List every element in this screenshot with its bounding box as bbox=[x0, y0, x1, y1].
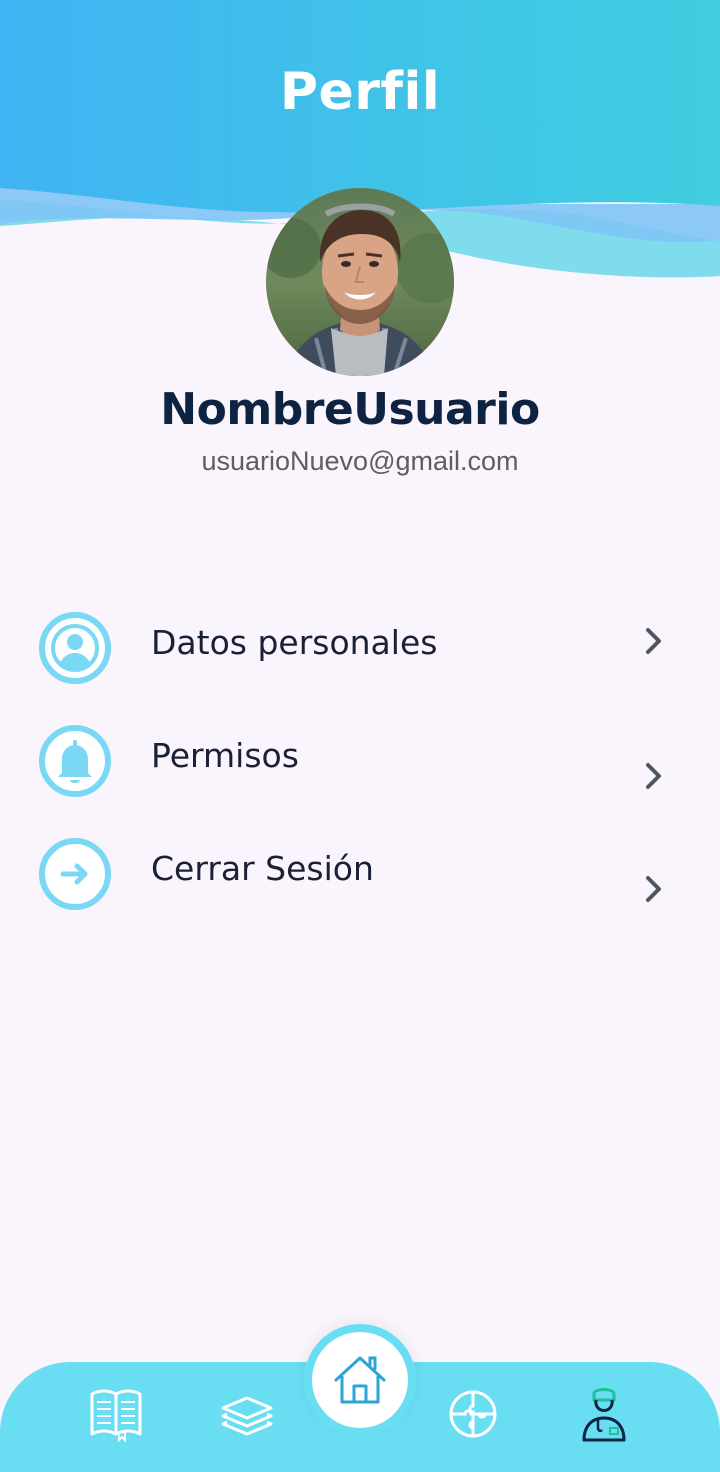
chevron-right-icon bbox=[646, 876, 661, 902]
user-email: usuarioNuevo@gmail.com bbox=[201, 446, 519, 476]
doctor-icon[interactable] bbox=[574, 1384, 634, 1444]
profile-menu: Datos personales Permisos Cerrar Sesión bbox=[0, 603, 720, 942]
home-button[interactable] bbox=[304, 1324, 416, 1436]
user-icon bbox=[39, 612, 111, 684]
bottom-navigation bbox=[0, 1320, 720, 1472]
chevron-right-icon bbox=[646, 763, 661, 789]
avatar-photo bbox=[266, 188, 454, 376]
menu-item-cerrar-sesion[interactable]: Cerrar Sesión bbox=[0, 829, 720, 942]
user-name: NombreUsuario bbox=[160, 384, 540, 435]
menu-item-label: Cerrar Sesión bbox=[151, 849, 374, 888]
book-icon[interactable] bbox=[86, 1384, 146, 1444]
page-title: Perfil bbox=[279, 62, 441, 122]
home-icon bbox=[334, 1356, 386, 1404]
menu-item-label: Permisos bbox=[151, 736, 299, 775]
puzzle-icon[interactable] bbox=[443, 1384, 503, 1444]
arrow-right-icon bbox=[39, 838, 111, 910]
layers-icon[interactable] bbox=[217, 1384, 277, 1444]
menu-item-datos-personales[interactable]: Datos personales bbox=[0, 603, 720, 716]
bell-icon bbox=[39, 725, 111, 797]
menu-item-permisos[interactable]: Permisos bbox=[0, 716, 720, 829]
avatar bbox=[266, 188, 454, 376]
menu-item-label: Datos personales bbox=[151, 623, 438, 662]
chevron-right-icon bbox=[646, 628, 661, 654]
